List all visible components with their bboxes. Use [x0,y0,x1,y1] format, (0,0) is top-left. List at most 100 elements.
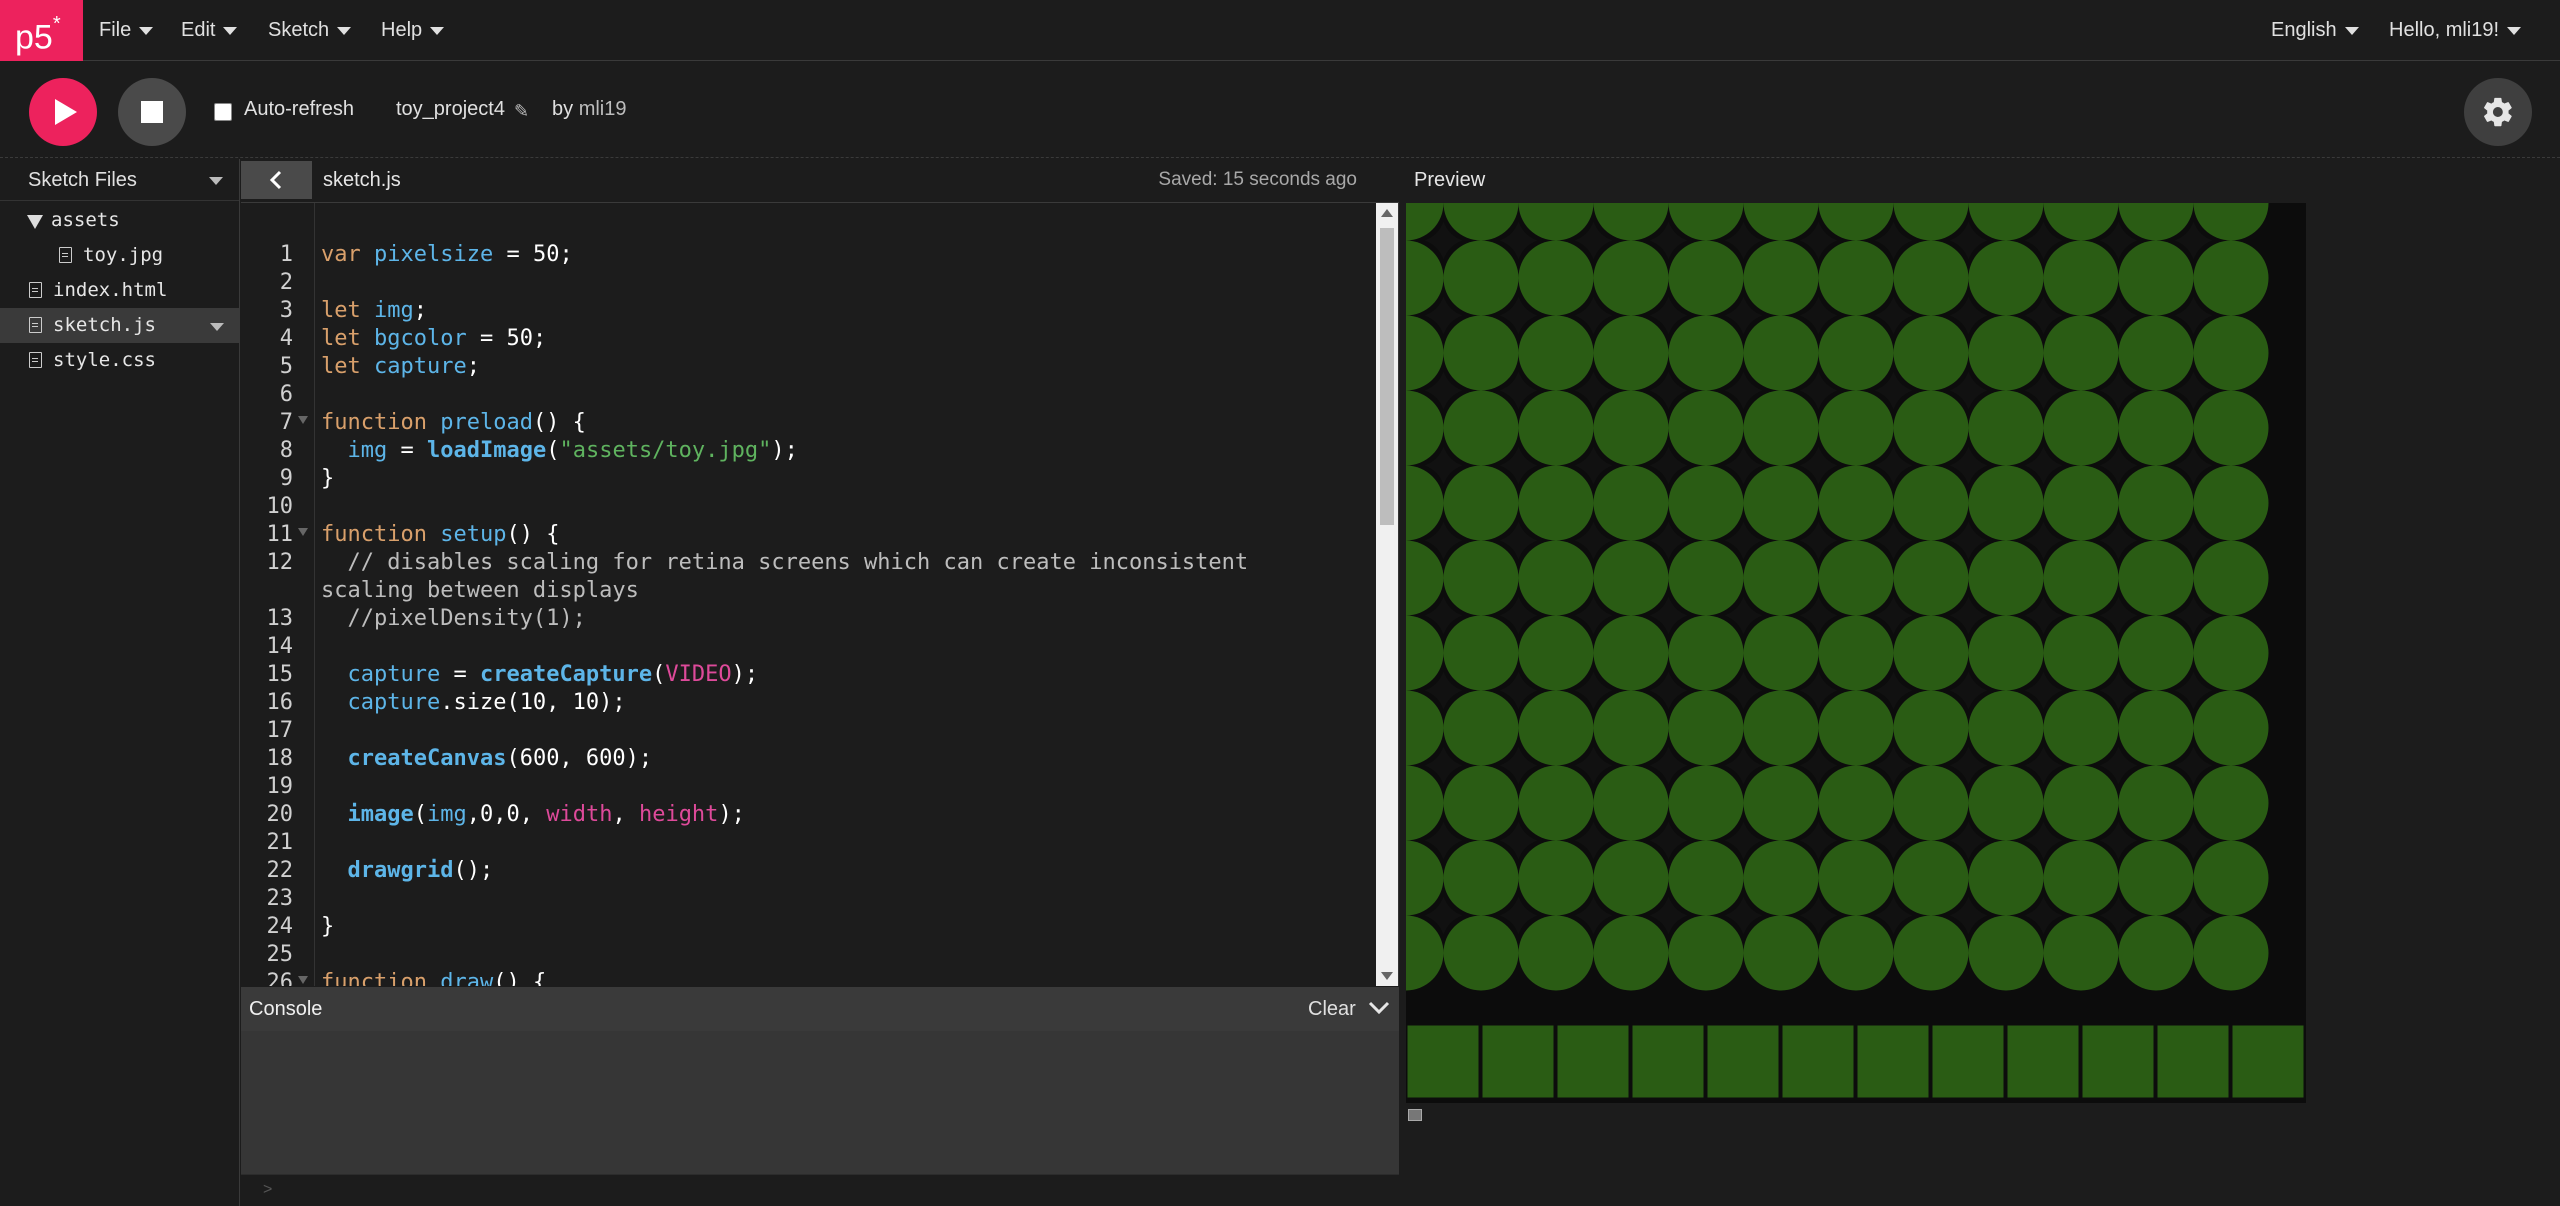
file-tree-item-style-css[interactable]: style.css [0,343,240,378]
file-tree-item-toy-jpg[interactable]: toy.jpg [0,238,240,273]
pixel-circle [1518,765,1594,841]
line-number: 24 [266,914,294,939]
pixel-circle [1893,390,1969,466]
file-options-icon[interactable] [210,323,224,331]
pixel-circle [1743,540,1819,616]
code-line: var pixelsize = 50; [321,242,573,267]
pixel-circle [1968,615,2044,691]
pixel-square [1631,1024,1705,1099]
line-number: 11 [266,522,294,547]
pixel-circle [1893,915,1969,991]
pixel-square [1481,1024,1555,1099]
pixel-circle [2043,615,2119,691]
pixel-circle [2043,390,2119,466]
auto-refresh-checkbox[interactable] [214,103,232,121]
line-number-gutter: 1 2 3 4 5 6 7 8 9 10 11 12 13 14 15 16 1… [241,203,315,986]
project-name[interactable]: toy_project4 [396,98,505,121]
file-tree-item-index-html[interactable]: index.html [0,273,240,308]
file-tree-item-assets[interactable]: assets [0,203,240,238]
pixel-circle [1743,315,1819,391]
pixel-circle [1668,840,1744,916]
scroll-up-icon[interactable] [1381,209,1393,217]
pencil-icon[interactable]: ✎ [514,101,529,122]
pixel-circle [1818,915,1894,991]
pixel-square [2006,1024,2080,1099]
editor-file-tab[interactable]: sketch.js [323,169,401,192]
chevron-down-icon [139,26,154,35]
pixel-circle [2043,765,2119,841]
file-name: index.html [53,279,168,301]
scrollbar-thumb[interactable] [1380,228,1394,525]
pixel-circle [1818,690,1894,766]
folder-expanded-icon[interactable] [27,215,43,229]
pixel-circle [1668,690,1744,766]
scroll-down-icon[interactable] [1381,972,1393,980]
pixel-circle [1443,540,1519,616]
pixel-circle [1743,915,1819,991]
chevron-down-icon [337,26,352,35]
pixel-circle [2193,840,2269,916]
line-number: 16 [266,690,294,715]
pixel-circle [2118,315,2194,391]
line-number: 13 [266,606,294,631]
file-tree-item-sketch-js[interactable]: sketch.js [0,308,240,343]
p5-logo[interactable]: p5* [0,0,83,61]
code-line: let img; [321,298,427,323]
code-editor[interactable]: 1 2 3 4 5 6 7 8 9 10 11 12 13 14 15 16 1… [241,203,1399,986]
pixel-circle [1593,390,1669,466]
pixel-circle [1668,315,1744,391]
code-line: let capture; [321,354,480,379]
preview-header: Preview [1400,159,2560,203]
pixel-circle [1668,465,1744,541]
saved-status: Saved: 15 seconds ago [1158,169,1357,190]
fold-arrow-icon[interactable] [298,976,308,984]
sketch-canvas[interactable] [1368,165,2306,1103]
pixel-circle [2118,690,2194,766]
line-number: 7 [279,410,293,435]
pixel-circle [1593,765,1669,841]
console-clear-button[interactable]: Clear [1308,998,1356,1021]
pixel-circle [1818,540,1894,616]
chevron-down-icon[interactable] [209,177,223,185]
fold-arrow-icon[interactable] [298,416,308,424]
menu-file[interactable]: File [99,0,154,61]
editor-scrollbar[interactable] [1376,203,1398,986]
console-prompt: > [263,1181,273,1198]
file-icon [29,317,42,333]
collapse-sidebar-button[interactable] [241,161,312,199]
top-nav: p5* File Edit Sketch Help English Hello,… [0,0,2560,61]
pixel-circle [1968,240,2044,316]
pixel-circle [2043,240,2119,316]
pixel-circle [1743,465,1819,541]
pixel-circle [1818,615,1894,691]
pixel-circle [1968,765,2044,841]
file-name: toy.jpg [83,244,164,266]
console-input[interactable]: > [241,1174,1399,1206]
user-menu[interactable]: Hello, mli19! [2389,0,2522,61]
code-line: } [321,914,335,939]
menu-edit[interactable]: Edit [181,0,238,61]
settings-button[interactable] [2464,78,2532,146]
pixel-circle [1518,915,1594,991]
owner-link[interactable]: mli19 [579,98,627,120]
stop-button[interactable] [118,78,186,146]
pixel-circle [1443,840,1519,916]
code-line: capture.size(10, 10); [347,690,626,715]
fold-arrow-icon[interactable] [298,528,308,536]
language-selector[interactable]: English [2271,0,2359,61]
code-line: function setup() { [321,522,560,547]
sketch-files-header[interactable]: Sketch Files [0,159,239,201]
play-icon [55,99,77,125]
pixel-circle [2118,840,2194,916]
file-icon [29,282,42,298]
menu-sketch[interactable]: Sketch [268,0,352,61]
pixel-circle [2193,915,2269,991]
sidebar-title: Sketch Files [28,169,137,191]
pixel-square [1856,1024,1930,1099]
play-button[interactable] [29,78,97,146]
line-number: 15 [266,662,294,687]
pixel-circle [1743,240,1819,316]
file-name: style.css [53,349,156,371]
chevron-down-icon[interactable] [1368,999,1390,1017]
menu-help[interactable]: Help [381,0,445,61]
